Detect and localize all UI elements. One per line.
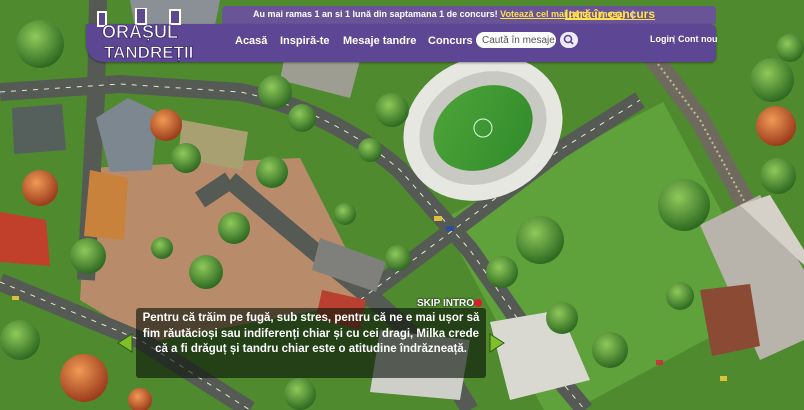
logo-line-1: ORAȘUL	[102, 22, 178, 42]
previous-arrow-icon[interactable]	[116, 333, 134, 353]
nav-inspira-te[interactable]: Inspiră-te	[280, 35, 330, 47]
intro-caption-text: Pentru că trăim pe fugă, sub stres, pent…	[142, 312, 480, 355]
login-link[interactable]: Login	[650, 34, 675, 44]
orasul-tandretii-logo[interactable]: ORAȘUL TANDREȚII	[92, 8, 210, 66]
countdown-text: Au mai ramas 1 an si 1 lună din saptaman…	[253, 9, 498, 19]
search-icon	[563, 34, 574, 45]
enter-contest-link[interactable]: Intră în concurs	[565, 7, 655, 21]
logo-line-2: TANDREȚII	[104, 43, 193, 62]
nav-concurs[interactable]: Concurs	[428, 35, 473, 47]
next-arrow-icon[interactable]	[488, 333, 506, 353]
auth-separator: |	[673, 34, 676, 44]
search-input[interactable]	[476, 32, 556, 48]
signup-link[interactable]: Cont nou	[678, 34, 718, 44]
search-button[interactable]	[560, 32, 578, 48]
close-dot-icon[interactable]	[474, 299, 482, 307]
nav-mesaje-tandre[interactable]: Mesaje tandre	[343, 35, 416, 47]
top-announcement-bar: Au mai ramas 1 an si 1 lună din saptaman…	[222, 6, 716, 24]
nav-acasa[interactable]: Acasă	[235, 35, 267, 47]
